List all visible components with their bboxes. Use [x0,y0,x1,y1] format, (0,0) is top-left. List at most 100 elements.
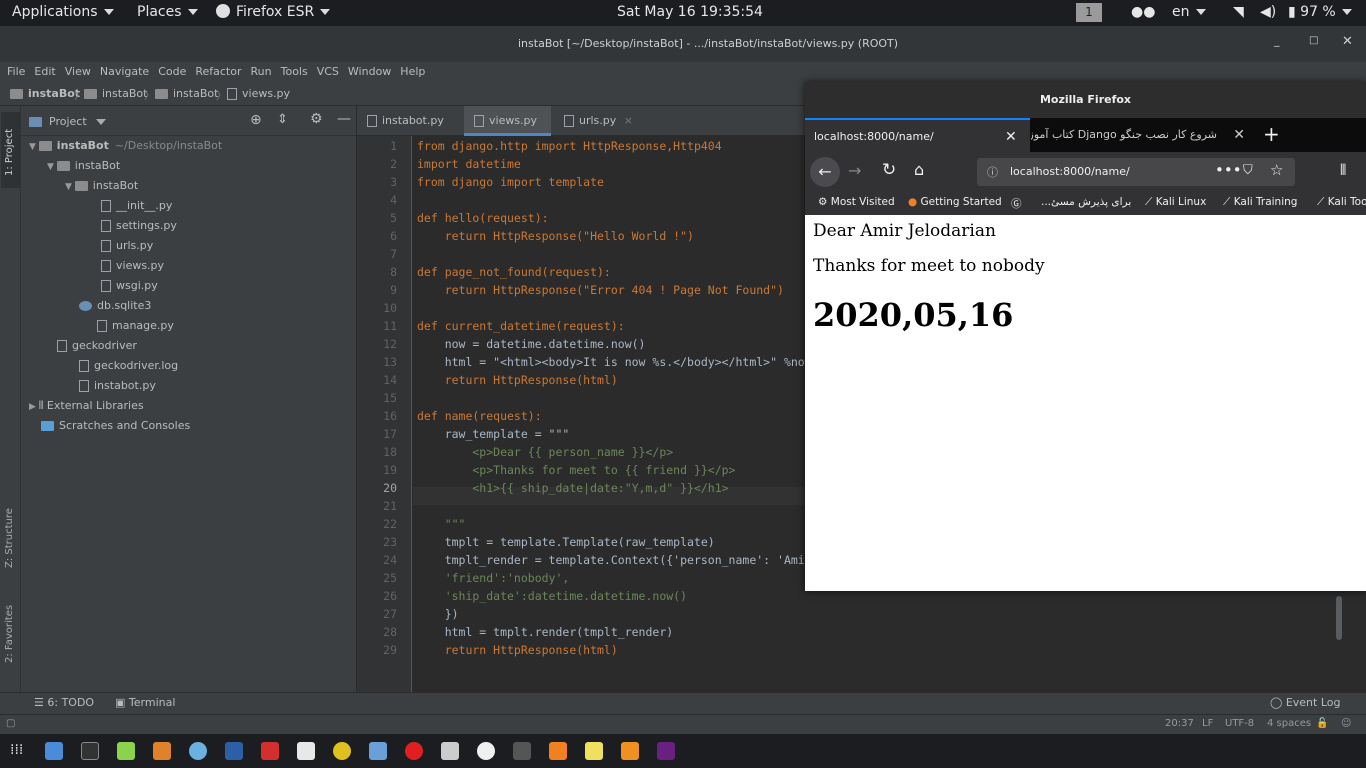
menu-file[interactable]: File [7,65,25,78]
tree-item[interactable]: ▶ ⫴ External Libraries [29,396,144,416]
wifi-icon[interactable]: ◥ [1233,4,1244,20]
code-line[interactable]: import datetime [417,155,521,173]
firefox-dock-icon[interactable] [405,742,423,760]
terminal-app-icon[interactable] [81,742,99,760]
tree-item[interactable]: ▼ instaBot [47,156,120,176]
tree-item[interactable]: geckodriver [57,336,137,356]
tree-item[interactable]: db.sqlite3 [79,296,151,316]
code-line[interactable]: tmplt = template.Template(raw_template) [417,533,715,551]
code-line[interactable]: """ [417,515,466,533]
bookmark-google[interactable]: Ⓖ [1011,196,1022,211]
tab-instabot-py[interactable]: instabot.py × [357,106,457,157]
breadcrumb-item-3[interactable]: instaBot [155,87,218,100]
tree-item[interactable]: __init__.py [101,196,172,216]
toggle-tool-windows-icon[interactable]: ▢ [6,718,15,729]
settings-app-icon[interactable] [297,742,315,760]
tree-item[interactable]: views.py [101,256,164,276]
url-text[interactable]: localhost:8000/name/ [1010,165,1130,178]
project-tool-button[interactable]: 1: Project [1,112,20,188]
structure-tool-button[interactable]: Z: Structure [1,508,20,584]
files-icon[interactable] [45,742,63,760]
editor-scrollbar[interactable] [1336,596,1342,640]
tree-item[interactable]: instabot.py [79,376,156,396]
maximize-button[interactable]: □ [1309,35,1318,46]
collapse-arrow-icon[interactable]: ▼ [29,142,39,152]
star-icon[interactable]: ☆ [1270,161,1283,179]
back-button[interactable]: ← [810,157,840,187]
clock[interactable]: Sat May 16 19:35:54 [617,4,763,20]
tree-item[interactable]: geckodriver.log [79,356,178,376]
code-line[interactable]: return HttpResponse("Error 404 ! Page No… [417,281,784,299]
people-icon[interactable]: ●● [1131,4,1155,20]
bookmark-getting-started[interactable]: ● Getting Started [908,196,1002,208]
breadcrumb-item-root[interactable]: instaBot [10,87,80,100]
collapse-arrow-icon[interactable]: ▼ [65,182,75,192]
code-line[interactable]: 'friend':'nobody', [417,569,570,587]
close-icon[interactable]: ✕ [1005,120,1017,152]
inspector-icon[interactable]: ☺ [1341,718,1351,729]
locate-icon[interactable]: ⊕ [250,112,262,128]
notes-icon[interactable] [585,742,603,760]
file-encoding[interactable]: UTF-8 [1225,718,1254,729]
library-icon[interactable]: ⫴ [1340,161,1346,179]
code-line[interactable]: def page_not_found(request): [417,263,611,281]
page-actions-icon[interactable]: ••• [1215,161,1242,179]
menu-run[interactable]: Run [251,65,272,78]
project-view-selector[interactable]: Project [49,115,107,128]
reload-button[interactable]: ↻ [882,160,896,180]
code-line[interactable]: return HttpResponse(html) [417,641,618,659]
code-line[interactable]: return HttpResponse("Hello World !") [417,227,694,245]
workspace-indicator[interactable]: 1 [1076,3,1102,22]
terminal-tool-button[interactable]: ▣ Terminal [115,696,175,709]
code-line[interactable]: 'ship_date':datetime.datetime.now() [417,587,687,605]
close-icon[interactable]: × [624,114,633,127]
line-separator[interactable]: LF [1202,718,1213,729]
tab-urls-py[interactable]: urls.py × [554,106,634,136]
favorites-tool-button[interactable]: 2: Favorites [1,601,20,677]
code-line[interactable]: <h1>{{ ship_date|date:"Y,m,d" }}</h1> [417,479,728,497]
forward-button[interactable]: → [848,161,861,180]
code-line[interactable]: def hello(request): [417,209,549,227]
calculator-icon[interactable] [441,742,459,760]
menu-navigate[interactable]: Navigate [100,65,149,78]
menu-tools[interactable]: Tools [281,65,308,78]
code-line[interactable]: from django import template [417,173,604,191]
menu-refactor[interactable]: Refactor [195,65,241,78]
firefox-app-menu[interactable]: Firefox ESR [216,4,331,20]
info-icon[interactable]: ⓘ [987,164,998,180]
code-line[interactable]: return HttpResponse(html) [417,371,618,389]
browser-tab-active[interactable]: localhost:8000/name/ ✕ [805,118,1030,152]
tab-views-py[interactable]: views.py × [464,106,551,157]
expand-arrow-icon[interactable]: ▶ [29,402,39,412]
applications-menu[interactable]: Applications [12,4,114,20]
bookmark-most-visited[interactable]: ⚙ Most Visited [818,196,895,208]
menu-view[interactable]: View [65,65,91,78]
vlc-icon[interactable] [621,742,639,760]
folder-app-icon[interactable] [369,742,387,760]
bookmark-kali-tools[interactable]: ⟋ Kali Too [1317,196,1366,209]
code-line[interactable]: }) [417,605,459,623]
tree-item[interactable]: ▼ instaBot ~/Desktop/instaBot [29,136,222,156]
close-icon[interactable]: ✕ [1233,118,1245,152]
bookmark-kali-training[interactable]: ⟋ Kali Training [1223,196,1297,209]
screenshot-icon[interactable] [477,742,495,760]
hide-icon[interactable]: — [337,111,351,127]
menu-vcs[interactable]: VCS [317,65,339,78]
code-line[interactable]: <p>Thanks for meet to {{ friend }}</p> [417,461,735,479]
home-button[interactable]: ⌂ [914,160,924,179]
code-line[interactable]: now = datetime.datetime.now() [417,335,646,353]
collapse-arrow-icon[interactable]: ▼ [47,162,57,172]
places-menu[interactable]: Places [137,4,198,20]
event-log-button[interactable]: ◯ Event Log [1270,696,1340,709]
reader-icon[interactable] [549,742,567,760]
language-selector[interactable]: en [1172,4,1206,20]
battery-indicator[interactable]: ▮ 97 % [1288,4,1352,20]
code-line[interactable]: def current_datetime(request): [417,317,625,335]
close-button[interactable]: ✕ [1342,34,1353,49]
code-line[interactable]: html = tmplt.render(tmplt_render) [417,623,674,641]
browser-tab-2[interactable]: شروع کار نصب جنگو Django کتاب آموز ✕ [1031,118,1251,152]
code-line[interactable]: html = "<html><body>It is now %s.</body>… [417,353,812,371]
lock-icon[interactable]: 🔓 [1316,718,1328,729]
bookmark-kali-linux[interactable]: ⟋ Kali Linux [1145,196,1206,209]
app-grid-icon[interactable]: ⁞⁞⁞ [10,742,23,758]
